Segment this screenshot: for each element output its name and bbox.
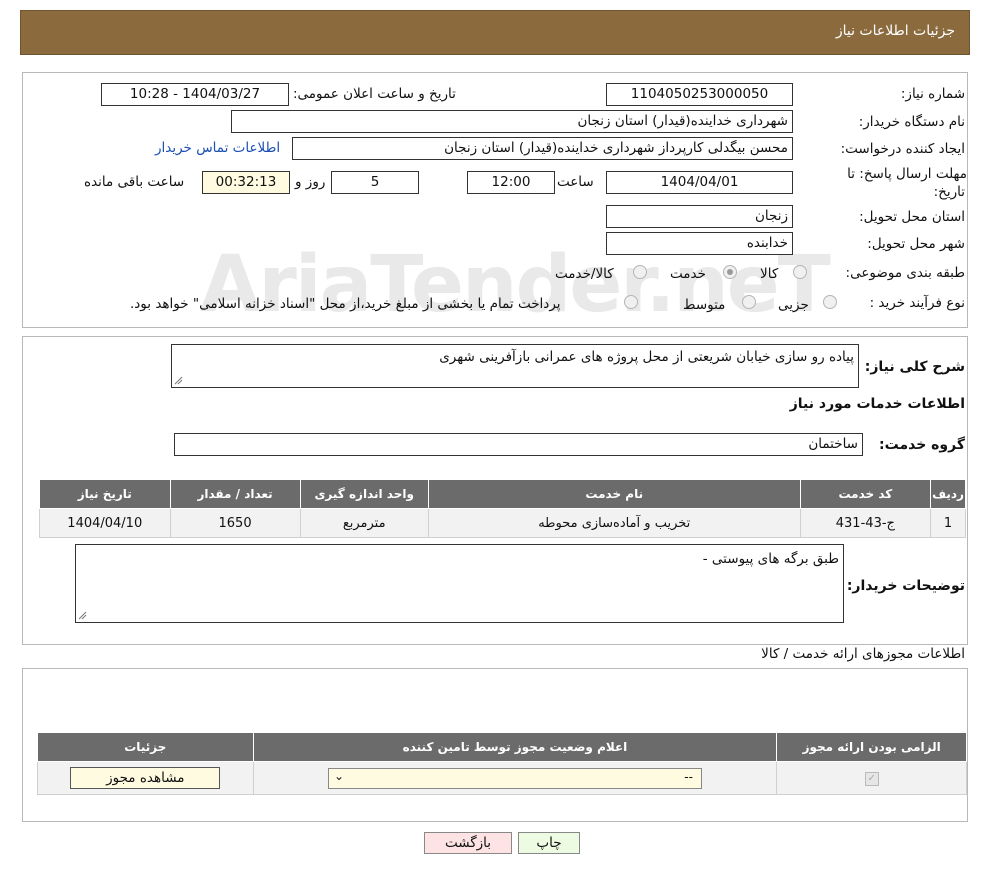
services-table-header: ردیف کد خدمت نام خدمت واحد اندازه گیری ت… [39, 479, 966, 509]
category-service-label: خدمت [670, 266, 706, 282]
remaining-time-field: 00:32:13 [202, 171, 290, 194]
cell-details: مشاهده مجوز [37, 761, 254, 795]
deadline-time-label: ساعت [557, 174, 594, 190]
buyer-notes-label: توضیحات خریدار: [846, 578, 965, 594]
process-label: نوع فرآیند خرید : [869, 295, 965, 311]
col-name: نام خدمت [427, 479, 801, 509]
services-title: اطلاعات خدمات مورد نیاز [789, 396, 965, 412]
deadline-label: مهلت ارسال پاسخ: تا [847, 166, 967, 182]
chevron-down-icon: ⌄ [333, 768, 345, 783]
page-title: جزئیات اطلاعات نیاز [835, 23, 955, 39]
col-status: اعلام وضعیت مجوز توسط تامین کننده [252, 732, 778, 762]
col-details: جزئیات [37, 732, 254, 762]
permit-status-select[interactable]: -- ⌄ [327, 767, 702, 789]
col-code: کد خدمت [799, 479, 932, 509]
category-radio-goods[interactable] [793, 265, 807, 279]
col-row: ردیف [930, 479, 966, 509]
days-field: 5 [331, 171, 419, 194]
resize-handle-icon[interactable] [78, 611, 87, 620]
days-label: روز و [295, 174, 326, 190]
permits-table: الزامی بودن ارائه مجوز اعلام وضعیت مجوز … [37, 732, 967, 795]
province-field: زنجان [606, 205, 793, 228]
cell-name: تخریب و آماده‌سازی محوطه [427, 508, 801, 538]
need-number-field: 1104050253000050 [606, 83, 793, 106]
creator-label: ایجاد کننده درخواست: [840, 141, 965, 157]
permit-status-value: -- [684, 769, 693, 784]
remaining-label: ساعت باقی مانده [84, 174, 185, 190]
cell-qty: 1650 [169, 508, 301, 538]
service-group-label: گروه خدمت: [879, 437, 965, 453]
cell-unit: مترمربع [299, 508, 429, 538]
category-radio-service[interactable] [723, 265, 737, 279]
description-label: شرح کلی نیاز: [864, 359, 965, 375]
description-text: پیاده رو سازی خیابان شریعتی از محل پروژه… [439, 349, 854, 365]
announce-label: تاریخ و ساعت اعلان عمومی: [293, 86, 456, 102]
process-radio-medium[interactable] [742, 295, 756, 309]
cell-status: -- ⌄ [252, 761, 778, 795]
permits-table-header: الزامی بودن ارائه مجوز اعلام وضعیت مجوز … [37, 732, 967, 762]
page-header: جزئیات اطلاعات نیاز [20, 10, 970, 55]
category-radio-both[interactable] [633, 265, 647, 279]
process-radio-minor[interactable] [823, 295, 837, 309]
category-goods-label: کالا [760, 266, 779, 282]
description-textarea[interactable]: پیاده رو سازی خیابان شریعتی از محل پروژه… [171, 344, 859, 388]
city-field: خدابنده [606, 232, 793, 255]
city-label: شهر محل تحویل: [867, 236, 965, 252]
process-radio-treasury[interactable] [624, 295, 638, 309]
creator-field: محسن بیگدلی کارپرداز شهرداری خداینده(قید… [292, 137, 793, 160]
deadline-time-field: 12:00 [467, 171, 555, 194]
deadline-label-2: تاریخ: [933, 184, 965, 200]
buyer-notes-text: طبق برگه های پیوستی - [702, 551, 839, 567]
print-button[interactable]: چاپ [518, 832, 580, 854]
buyer-contact-link[interactable]: اطلاعات تماس خریدار [155, 140, 280, 156]
need-number-label: شماره نیاز: [900, 86, 965, 102]
table-row: 1 ج-43-431 تخریب و آماده‌سازی محوطه مترم… [39, 508, 966, 538]
view-permit-button[interactable]: مشاهده مجوز [70, 767, 221, 789]
services-table: ردیف کد خدمت نام خدمت واحد اندازه گیری ت… [39, 479, 966, 538]
permits-title: اطلاعات مجوزهای ارائه خدمت / کالا [761, 646, 965, 662]
buyer-notes-textarea[interactable]: طبق برگه های پیوستی - [75, 544, 844, 623]
process-minor-label: جزیی [778, 297, 809, 313]
cell-code: ج-43-431 [799, 508, 932, 538]
process-medium-label: متوسط [683, 297, 726, 313]
deadline-date-field: 1404/04/01 [606, 171, 793, 194]
col-unit: واحد اندازه گیری [299, 479, 429, 509]
process-note: پرداخت تمام یا بخشی از مبلغ خرید،از محل … [130, 296, 561, 312]
service-group-field: ساختمان [174, 433, 863, 456]
col-required: الزامی بودن ارائه مجوز [776, 732, 967, 762]
buyer-org-label: نام دستگاه خریدار: [858, 114, 965, 130]
table-row: ✓ -- ⌄ مشاهده مجوز [37, 761, 967, 795]
col-qty: تعداد / مقدار [169, 479, 301, 509]
required-checkbox-icon: ✓ [864, 772, 879, 786]
category-label: طبقه بندی موضوعی: [845, 265, 965, 281]
category-both-label: کالا/خدمت [555, 266, 614, 282]
buyer-org-field: شهرداری خداینده(قیدار) استان زنجان [231, 110, 793, 133]
col-date: تاریخ نیاز [39, 479, 171, 509]
announce-field: 1404/03/27 - 10:28 [101, 83, 289, 106]
province-label: استان محل تحویل: [859, 209, 965, 225]
cell-required: ✓ [776, 761, 967, 795]
cell-date: 1404/04/10 [39, 508, 171, 538]
back-button[interactable]: بازگشت [424, 832, 512, 854]
cell-row: 1 [930, 508, 966, 538]
resize-handle-icon[interactable] [174, 376, 183, 385]
